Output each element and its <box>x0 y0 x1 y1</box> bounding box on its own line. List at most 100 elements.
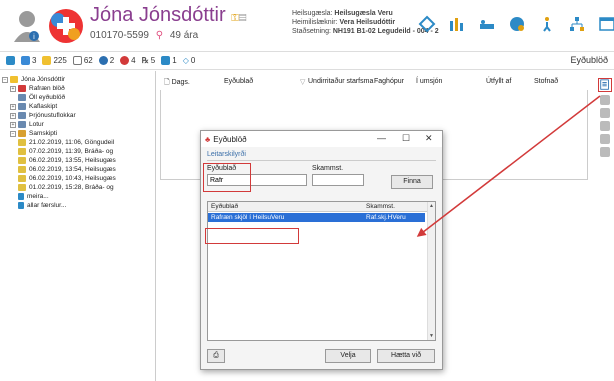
column-created[interactable]: Stofnað <box>534 78 558 85</box>
find-button[interactable]: Finna <box>391 175 433 189</box>
alert-count: 4 <box>131 56 136 65</box>
abbr-field-label: Skammst. <box>312 165 344 172</box>
search-criteria-label: Leitarskilyrði <box>207 151 246 158</box>
collapse-icon[interactable]: − <box>10 130 16 137</box>
expand-icon[interactable]: + <box>10 121 16 128</box>
column-profession[interactable]: Faghópur <box>374 78 404 85</box>
copy-icon[interactable] <box>600 121 610 131</box>
toolbar-mail[interactable]: 62 <box>72 56 93 65</box>
patient-header: i Jóna Jónsdóttir ⚿▤ 010170-5599 ⚲ 49 ár… <box>0 0 614 52</box>
folder-icon <box>18 112 26 119</box>
person-count: 1 <box>172 56 177 65</box>
results-scrollbar[interactable]: ▲ ▼ <box>427 202 435 340</box>
globe-icon[interactable] <box>508 15 526 33</box>
calendar-icon <box>6 56 15 65</box>
maximize-button[interactable]: ☐ <box>402 133 410 144</box>
health-logo-icon <box>49 9 83 43</box>
results-col-abbr[interactable]: Skammst. <box>366 203 395 210</box>
column-form[interactable]: Eyðublað <box>224 78 253 85</box>
diamond-icon: ◇ <box>182 56 189 65</box>
forms-tab-label[interactable]: Eyðublöð <box>570 55 608 65</box>
toolbar-people[interactable]: 3 <box>21 56 36 65</box>
tree-item-label: 06.02.2019, 10:43, Heilsugæs <box>29 175 116 182</box>
expand-icon[interactable]: + <box>10 85 16 92</box>
tree-item-label: Kaflaskipt <box>29 103 58 110</box>
column-filled-by[interactable]: Útfyllt af <box>486 78 511 85</box>
network-icon[interactable] <box>418 15 436 33</box>
patient-id: 010170-5599 <box>90 30 149 41</box>
expand-icon[interactable]: + <box>10 112 16 119</box>
bed-icon[interactable] <box>478 15 496 33</box>
results-col-form[interactable]: Eyðublað <box>211 203 238 210</box>
tree-item[interactable]: 06.02.2019, 10:43, Heilsugæs <box>2 174 153 183</box>
toolbar-rx[interactable]: ℞ 5 <box>142 56 156 65</box>
column-date[interactable]: 🗋 Dags. <box>164 78 190 89</box>
tree-item[interactable]: 21.02.2019, 11:06, Göngudeil <box>2 138 153 147</box>
tree-item[interactable]: 01.02.2019, 15:28, Bráða- og <box>2 183 153 192</box>
print-button[interactable]: ⎙ <box>207 349 225 363</box>
tree-item[interactable]: + Rafræn blöð <box>2 84 153 93</box>
arrow-down-icon <box>18 193 24 200</box>
key-icon: ⚿ <box>231 13 239 24</box>
tree-item[interactable]: + Kaflaskipt <box>2 102 153 111</box>
tree-item[interactable]: meira... <box>2 192 153 201</box>
folder-icon <box>18 94 26 101</box>
tree-item[interactable]: + Þrjónustuflokkar <box>2 111 153 120</box>
toolbar-info[interactable]: 2 <box>98 56 114 65</box>
side-toolbar <box>598 78 612 178</box>
tree-root-label: Jóna Jónsdóttir <box>21 76 66 83</box>
tree-item[interactable]: − Samskipti <box>2 129 153 138</box>
tree-item-label: 01.02.2019, 15:28, Bráða- og <box>29 184 114 191</box>
new-form-button[interactable] <box>598 78 612 92</box>
tree-item[interactable]: Öll eyðublöð <box>2 93 153 102</box>
expand-icon[interactable]: + <box>10 103 16 110</box>
collapse-icon[interactable]: − <box>2 76 8 83</box>
doctor-value: Vera Heilsudóttir <box>339 19 396 26</box>
more-link[interactable]: meira... <box>27 193 49 200</box>
toolbar-diamond[interactable]: ◇ 0 <box>183 56 196 65</box>
abbr-search-input[interactable] <box>312 174 364 186</box>
minimize-button[interactable]: — <box>377 133 386 143</box>
stop-icon[interactable] <box>600 108 610 118</box>
column-responsible[interactable]: Í umsjón <box>416 78 442 85</box>
close-button[interactable]: ✕ <box>425 133 433 144</box>
tree-item[interactable]: 07.02.2019, 11:39, Bráða- og <box>2 147 153 156</box>
toolbar-calendar[interactable] <box>6 56 15 65</box>
all-entries-link[interactable]: allar færslur... <box>27 202 66 209</box>
tree-item[interactable]: allar færslur... <box>2 201 153 210</box>
encounter-icon <box>18 175 26 182</box>
toolbar-alert[interactable]: 4 <box>120 56 136 65</box>
window-icon[interactable] <box>598 15 614 33</box>
select-button[interactable]: Velja <box>325 349 371 363</box>
printer-icon: ⎙ <box>213 352 219 359</box>
rx-folder-icon <box>18 85 26 92</box>
print-icon[interactable] <box>600 134 610 144</box>
person-walk-icon[interactable] <box>538 15 556 33</box>
tree-item[interactable]: 06.02.2019, 13:54, Heilsugæs <box>2 165 153 174</box>
tree-item[interactable]: 06.02.2019, 13:55, Heilsugæs <box>2 156 153 165</box>
results-list[interactable]: Eyðublað Skammst. Rafræn skjöl í HeilsuV… <box>207 201 436 341</box>
scroll-down-icon[interactable]: ▼ <box>429 333 435 339</box>
cancel-button[interactable]: Hætta við <box>377 349 435 363</box>
dialog-app-icon: ♣ <box>205 134 211 144</box>
toolbar-notes[interactable]: 225 <box>42 56 67 65</box>
family-icon[interactable] <box>448 15 466 33</box>
dialog-title: Eyðublöð <box>213 134 247 144</box>
avatar: i <box>14 11 40 42</box>
alert-icon <box>120 56 130 65</box>
column-signed-by[interactable]: Undirritaður starfsma <box>308 78 373 85</box>
tree-item[interactable]: + Lotur <box>2 120 153 129</box>
encounter-icon <box>18 157 26 164</box>
toolbar-person[interactable]: 1 <box>161 56 177 65</box>
scroll-up-icon[interactable]: ▲ <box>429 203 435 209</box>
patient-info: 010170-5599 ⚲ 49 ára <box>90 30 202 41</box>
facility-value: Heilsugæsla Veru <box>334 10 393 17</box>
tree-root[interactable]: − Jóna Jónsdóttir <box>2 75 153 84</box>
lock-icon[interactable] <box>600 95 610 105</box>
hierarchy-icon[interactable] <box>568 15 586 33</box>
settings-icon[interactable] <box>600 147 610 157</box>
facility-info: Heilsugæsla: Heilsugæsla Veru Heimilislæ… <box>292 9 439 36</box>
doctor-label: Heimilislæknir: <box>292 19 338 26</box>
result-row-name: Rafræn skjöl í HeilsuVeru <box>211 214 285 221</box>
result-row-selected[interactable]: Rafræn skjöl í HeilsuVeru Raf.skj.HVeru <box>208 213 425 222</box>
